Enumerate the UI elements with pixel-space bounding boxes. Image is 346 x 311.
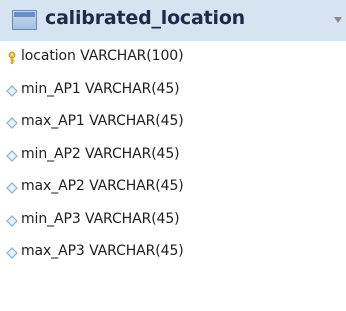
column-name: location xyxy=(21,48,76,64)
table-card[interactable]: calibrated_location location VARCHAR(100… xyxy=(0,0,346,311)
column-label: location VARCHAR(100) xyxy=(21,48,184,64)
column-type: VARCHAR(45) xyxy=(85,210,180,227)
column-diamond-icon xyxy=(5,148,19,162)
column-name: max_AP3 xyxy=(21,243,85,259)
column-name: min_AP1 xyxy=(21,80,81,97)
column-label: min_AP3 VARCHAR(45) xyxy=(21,211,180,227)
column-row-location[interactable]: location VARCHAR(100) xyxy=(0,41,346,74)
column-diamond-icon xyxy=(5,83,19,97)
column-type: VARCHAR(100) xyxy=(80,48,184,64)
column-name: max_AP2 xyxy=(21,178,85,194)
column-label: min_AP2 VARCHAR(45) xyxy=(21,146,180,162)
chevron-down-icon[interactable] xyxy=(330,12,346,28)
column-list: location VARCHAR(100) min_AP1 VARCHAR(45… xyxy=(0,41,346,269)
column-type: VARCHAR(45) xyxy=(89,243,184,259)
table-icon xyxy=(12,10,37,30)
column-label: max_AP3 VARCHAR(45) xyxy=(21,243,184,259)
table-title: calibrated_location xyxy=(45,7,245,29)
column-row-max-ap3[interactable]: max_AP3 VARCHAR(45) xyxy=(0,236,346,269)
column-row-max-ap2[interactable]: max_AP2 VARCHAR(45) xyxy=(0,171,346,204)
column-diamond-icon xyxy=(5,115,19,129)
column-name: min_AP2 xyxy=(21,145,81,162)
column-row-min-ap2[interactable]: min_AP2 VARCHAR(45) xyxy=(0,139,346,172)
column-row-min-ap3[interactable]: min_AP3 VARCHAR(45) xyxy=(0,204,346,237)
column-type: VARCHAR(45) xyxy=(85,80,180,97)
column-row-min-ap1[interactable]: min_AP1 VARCHAR(45) xyxy=(0,74,346,107)
column-row-max-ap1[interactable]: max_AP1 VARCHAR(45) xyxy=(0,106,346,139)
column-type: VARCHAR(45) xyxy=(85,145,180,162)
column-name: min_AP3 xyxy=(21,210,81,227)
column-label: max_AP1 VARCHAR(45) xyxy=(21,113,184,129)
primary-key-icon xyxy=(5,50,19,64)
table-header[interactable]: calibrated_location xyxy=(0,0,346,41)
column-diamond-icon xyxy=(5,180,19,194)
column-diamond-icon xyxy=(5,245,19,259)
column-label: min_AP1 VARCHAR(45) xyxy=(21,81,180,97)
column-diamond-icon xyxy=(5,213,19,227)
column-type: VARCHAR(45) xyxy=(89,178,184,194)
column-label: max_AP2 VARCHAR(45) xyxy=(21,178,184,194)
column-name: max_AP1 xyxy=(21,113,85,129)
column-type: VARCHAR(45) xyxy=(89,113,184,129)
